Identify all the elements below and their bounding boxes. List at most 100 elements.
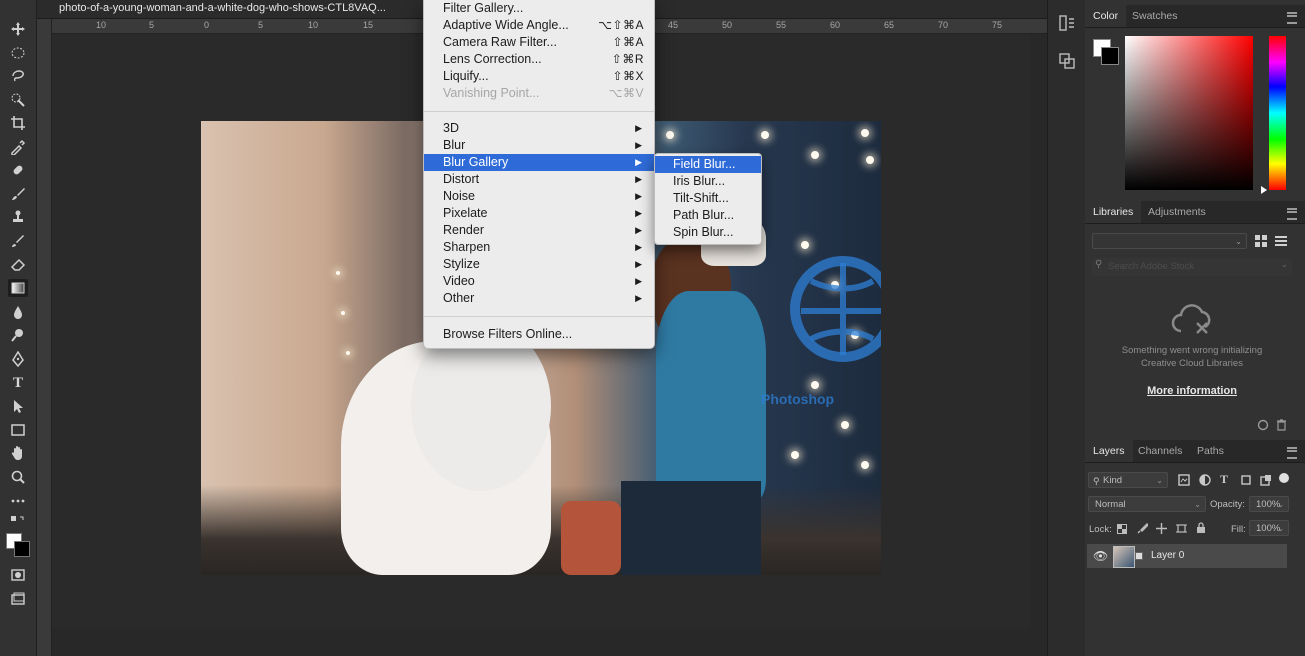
layer-filter-kind[interactable]: ⚲ Kind ⌄ [1088, 472, 1168, 488]
submenu-arrow-icon: ▶ [635, 157, 642, 167]
lock-artboard-icon[interactable] [1176, 523, 1187, 534]
chevron-down-icon: ⌄ [1277, 500, 1284, 509]
properties-panel-icon[interactable] [1058, 52, 1076, 70]
tab-libraries[interactable]: Libraries [1085, 201, 1142, 223]
screen-mode-icon[interactable] [8, 590, 28, 608]
menu-item-3d[interactable]: 3D ▶ [424, 120, 654, 137]
menu-item-lens-correction[interactable]: Lens Correction... ⇧⌘R [424, 51, 654, 68]
background-color-swatch[interactable] [14, 541, 30, 557]
panel-menu-icon[interactable] [1287, 208, 1297, 220]
color-background-swatch[interactable] [1101, 47, 1119, 65]
lock-position-icon[interactable] [1156, 523, 1167, 534]
photo-light [666, 131, 674, 139]
type-tool-icon[interactable]: T [8, 374, 28, 392]
quick-select-tool-icon[interactable] [8, 91, 28, 109]
menu-item-blur[interactable]: Blur ▶ [424, 137, 654, 154]
vertical-ruler[interactable] [37, 19, 52, 656]
cloud-sync-icon[interactable] [1256, 419, 1270, 431]
move-tool-icon[interactable] [8, 20, 28, 38]
more-information-link[interactable]: More information [1085, 385, 1299, 397]
history-brush-tool-icon[interactable] [8, 232, 28, 250]
filter-shape-icon[interactable] [1240, 474, 1252, 486]
submenu-arrow-icon: ▶ [635, 276, 642, 286]
menu-item-stylize[interactable]: Stylize ▶ [424, 256, 654, 273]
submenu-item-field-blur[interactable]: Field Blur... [655, 156, 761, 173]
gradient-tool-icon[interactable] [8, 279, 28, 297]
tab-swatches[interactable]: Swatches [1124, 5, 1186, 27]
marquee-tool-icon[interactable] [8, 44, 28, 62]
panel-menu-icon[interactable] [1287, 447, 1297, 459]
clone-stamp-tool-icon[interactable] [8, 208, 28, 226]
pen-tool-icon[interactable] [8, 350, 28, 368]
chevron-down-icon: ⌄ [1280, 259, 1288, 269]
filter-smart-object-icon[interactable] [1260, 474, 1272, 486]
submenu-item-tilt-shift[interactable]: Tilt-Shift... [655, 190, 761, 207]
swap-colors-icon[interactable] [8, 515, 28, 525]
eyedropper-tool-icon[interactable] [8, 138, 28, 156]
lock-all-icon[interactable] [1196, 522, 1206, 534]
history-panel-icon[interactable] [1058, 14, 1076, 32]
quick-mask-icon[interactable] [8, 566, 28, 584]
hue-slider[interactable] [1269, 36, 1286, 190]
tab-color[interactable]: Color [1085, 5, 1127, 27]
list-view-icon[interactable] [1274, 234, 1288, 248]
menu-item-filter-gallery[interactable]: Filter Gallery... [424, 0, 654, 17]
menu-item-pixelate[interactable]: Pixelate ▶ [424, 205, 654, 222]
menu-item-distort[interactable]: Distort ▶ [424, 171, 654, 188]
filter-adjustment-icon[interactable] [1199, 474, 1211, 486]
menu-item-browse-filters-online[interactable]: Browse Filters Online... [424, 326, 654, 343]
crop-tool-icon[interactable] [8, 114, 28, 132]
filter-toggle-icon[interactable] [1279, 473, 1289, 483]
ruler-tick: 70 [938, 20, 949, 30]
submenu-item-spin-blur[interactable]: Spin Blur... [655, 224, 761, 241]
menu-item-adaptive-wide-angle[interactable]: Adaptive Wide Angle... ⌥⇧⌘A [424, 17, 654, 34]
menu-item-camera-raw-filter[interactable]: Camera Raw Filter... ⇧⌘A [424, 34, 654, 51]
tab-paths[interactable]: Paths [1189, 440, 1232, 462]
library-select[interactable]: ⌄ [1092, 233, 1247, 249]
ruler-tick: 15 [363, 20, 374, 30]
zoom-tool-icon[interactable] [8, 468, 28, 486]
menu-item-other[interactable]: Other ▶ [424, 290, 654, 307]
hand-tool-icon[interactable] [8, 444, 28, 462]
eraser-tool-icon[interactable] [8, 255, 28, 273]
menu-item-blur-gallery[interactable]: Blur Gallery ▶ [424, 154, 654, 171]
menu-item-liquify[interactable]: Liquify... ⇧⌘X [424, 68, 654, 85]
smart-object-badge-icon [1135, 552, 1143, 560]
eye-visibility-icon[interactable]: 👁 [1093, 549, 1108, 563]
submenu-item-iris-blur[interactable]: Iris Blur... [655, 173, 761, 190]
submenu-arrow-icon: ▶ [635, 208, 642, 218]
hue-slider-handle[interactable] [1261, 186, 1267, 194]
filter-pixel-icon[interactable] [1178, 474, 1190, 486]
tab-adjustments[interactable]: Adjustments [1140, 201, 1214, 223]
filter-type-icon[interactable]: T [1220, 472, 1228, 487]
opacity-field[interactable]: 100% ⌄ [1249, 496, 1289, 512]
more-tools-icon[interactable] [8, 492, 28, 510]
grid-view-icon[interactable] [1254, 234, 1268, 248]
lock-pixels-icon[interactable] [1137, 523, 1148, 534]
menu-item-render[interactable]: Render ▶ [424, 222, 654, 239]
fill-field[interactable]: 100% ⌄ [1249, 520, 1289, 536]
lock-label: Lock: [1089, 524, 1112, 535]
lock-transparent-icon[interactable] [1117, 524, 1127, 534]
tab-channels[interactable]: Channels [1130, 440, 1190, 462]
lasso-tool-icon[interactable] [8, 67, 28, 85]
tab-layers[interactable]: Layers [1085, 440, 1133, 462]
submenu-item-path-blur[interactable]: Path Blur... [655, 207, 761, 224]
brush-tool-icon[interactable] [8, 185, 28, 203]
ruler-tick: 10 [308, 20, 319, 30]
menu-item-noise[interactable]: Noise ▶ [424, 188, 654, 205]
trash-icon[interactable] [1276, 419, 1287, 431]
ruler-tick: 50 [722, 20, 733, 30]
menu-item-sharpen[interactable]: Sharpen ▶ [424, 239, 654, 256]
rectangle-tool-icon[interactable] [8, 421, 28, 439]
color-saturation-field[interactable] [1125, 36, 1253, 190]
blend-mode-select[interactable]: Normal ⌄ [1088, 496, 1206, 512]
panel-menu-icon[interactable] [1287, 12, 1297, 24]
menu-item-video[interactable]: Video ▶ [424, 273, 654, 290]
dodge-tool-icon[interactable] [8, 326, 28, 344]
path-select-tool-icon[interactable] [8, 397, 28, 415]
healing-brush-tool-icon[interactable] [8, 161, 28, 179]
search-adobe-stock-field[interactable]: ⚲ Search Adobe Stock ⌄ [1092, 258, 1292, 276]
layer-row[interactable]: 👁 Layer 0 [1087, 544, 1287, 568]
blur-tool-icon[interactable] [8, 303, 28, 321]
